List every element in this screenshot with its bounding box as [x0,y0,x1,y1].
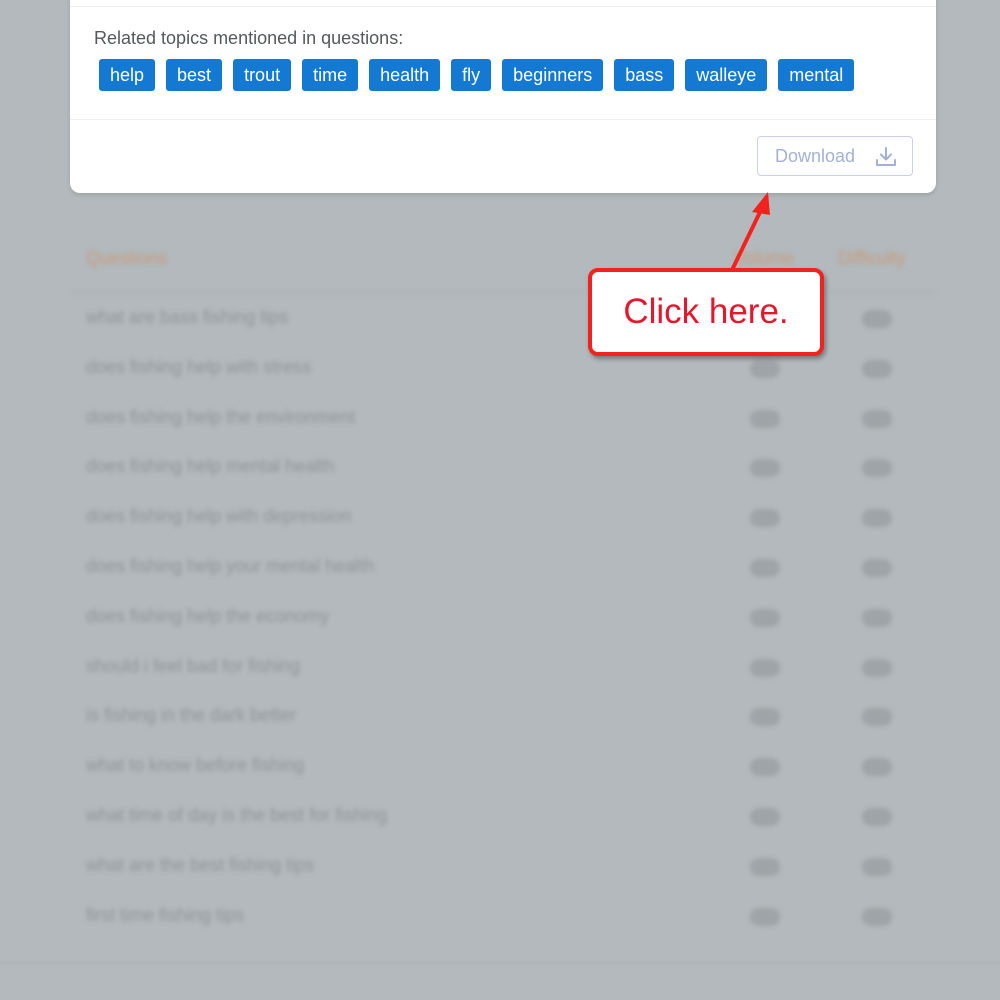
topics-card: Related topics mentioned in questions: h… [70,0,936,193]
card-divider [70,6,936,7]
table-row[interactable]: should i feel bad for fishing [72,642,934,692]
volume-value [750,907,780,926]
difficulty-value [862,807,892,826]
difficulty-column-header[interactable]: Difficulty [838,248,906,269]
difficulty-value [862,658,892,677]
download-label: Download [775,146,856,166]
card-divider [70,119,936,120]
related-topics-label: Related topics mentioned in questions: [94,28,404,48]
question-text[interactable]: should i feel bad for fishing [86,656,300,677]
question-text[interactable]: what are bass fishing tips [86,307,288,328]
volume-value [750,409,780,428]
questions-column-header[interactable]: Questions [86,248,167,269]
table-row[interactable]: what to know before fishing [72,741,934,791]
question-text[interactable]: what to know before fishing [86,755,304,776]
topic-tag[interactable]: best [166,59,223,91]
difficulty-value [862,708,892,727]
difficulty-value [862,558,892,577]
difficulty-value [862,608,892,627]
question-text[interactable]: does fishing help the economy [86,606,329,627]
table-row[interactable]: does fishing help the environment [72,393,934,443]
table-row[interactable]: does fishing help with depression [72,492,934,542]
download-button[interactable]: Download [757,136,913,176]
table-row[interactable]: first time fishing tips [72,891,934,941]
question-text[interactable]: what time of day is the best for fishing [86,805,387,826]
topic-tag[interactable]: time [302,59,359,91]
volume-value [750,708,780,727]
question-text[interactable]: first time fishing tips [86,905,244,926]
topic-tag[interactable]: fly [451,59,492,91]
difficulty-value [862,907,892,926]
topic-tag[interactable]: help [99,59,156,91]
volume-value [750,807,780,826]
volume-value [750,658,780,677]
topic-tag[interactable]: walleye [685,59,768,91]
question-text[interactable]: is fishing in the dark better [86,705,296,726]
topic-tag[interactable]: bass [614,59,675,91]
volume-value [750,558,780,577]
table-row[interactable]: does fishing help mental health [72,442,934,492]
table-row[interactable]: what time of day is the best for fishing [72,791,934,841]
volume-value [750,857,780,876]
download-icon [876,147,896,166]
table-row[interactable]: does fishing help your mental health [72,542,934,592]
topic-tag[interactable]: mental [778,59,855,91]
difficulty-value [862,409,892,428]
difficulty-value [862,459,892,478]
table-row[interactable]: what are the best fishing tips [72,841,934,891]
click-here-callout: Click here. [588,268,824,356]
volume-column-header[interactable]: Volume [734,248,794,269]
difficulty-value [862,359,892,378]
volume-value [750,608,780,627]
table-row[interactable]: does fishing help the economy [72,592,934,642]
volume-value [750,359,780,378]
volume-value [750,459,780,478]
question-text[interactable]: does fishing help with stress [86,357,311,378]
difficulty-value [862,758,892,777]
difficulty-value [862,509,892,528]
topic-tags: help best trout time health fly beginners bass w… [99,59,865,91]
topic-tag[interactable]: trout [233,59,292,91]
question-text[interactable]: does fishing help with depression [86,506,351,527]
volume-value [750,509,780,528]
question-text[interactable]: does fishing help your mental health [86,556,374,577]
volume-value [750,758,780,777]
question-text[interactable]: does fishing help the environment [86,407,355,428]
difficulty-value [862,310,892,328]
footer-divider [0,962,1000,963]
difficulty-value [862,857,892,876]
topic-tag[interactable]: beginners [502,59,604,91]
table-row[interactable]: is fishing in the dark better [72,691,934,741]
question-text[interactable]: does fishing help mental health [86,456,334,477]
question-text[interactable]: what are the best fishing tips [86,855,314,876]
topic-tag[interactable]: health [369,59,441,91]
